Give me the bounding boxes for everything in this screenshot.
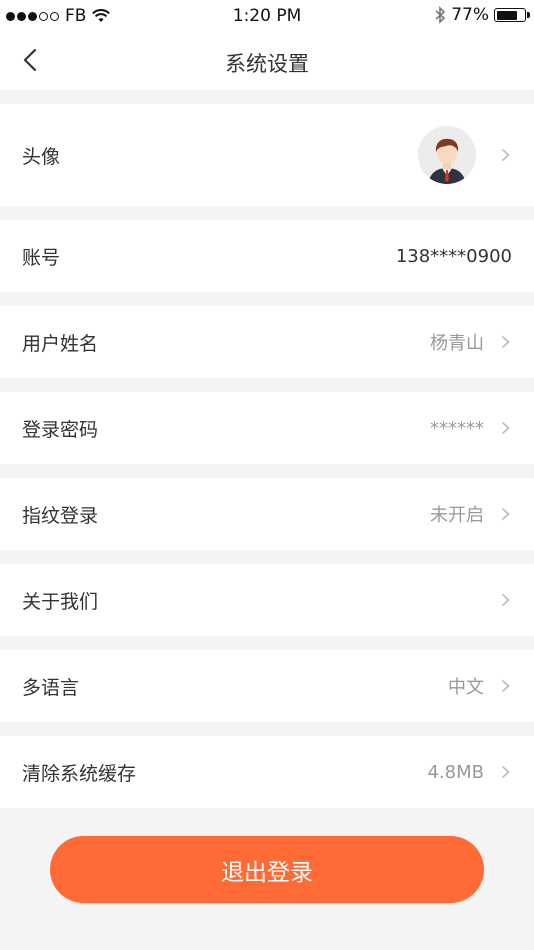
battery-fill (496, 10, 518, 20)
section-gap (0, 636, 534, 650)
nav-bar: 系统设置 (0, 32, 534, 90)
fingerprint-status: 未开启 (430, 505, 484, 526)
row-label: 多语言 (22, 676, 80, 699)
chevron-right-icon (498, 765, 512, 779)
section-gap (0, 292, 534, 306)
row-label: 头像 (22, 145, 61, 168)
status-right: 77% (434, 5, 530, 25)
battery-percent: 77% (451, 5, 489, 25)
section-gap (0, 550, 534, 564)
avatar-image (418, 126, 476, 184)
row-label: 指纹登录 (22, 504, 99, 527)
password-value: ****** (430, 417, 484, 439)
section-gap (0, 206, 534, 220)
status-bar: FB 1:20 PM 77% (0, 0, 534, 32)
section-gap (0, 378, 534, 392)
settings-row-username[interactable]: 用户姓名 杨青山 (0, 306, 534, 378)
settings-row-fingerprint[interactable]: 指纹登录 未开启 (0, 478, 534, 550)
settings-row-language[interactable]: 多语言 中文 (0, 650, 534, 722)
avatar (418, 126, 476, 184)
language-value: 中文 (448, 677, 484, 698)
row-label: 账号 (22, 246, 61, 269)
settings-row-avatar[interactable]: 头像 (0, 104, 534, 206)
section-gap (0, 722, 534, 736)
cache-size: 4.8MB (427, 761, 484, 783)
row-label: 清除系统缓存 (22, 762, 137, 785)
chevron-right-icon (498, 148, 512, 162)
logout-section: 退出登录 (0, 808, 534, 903)
account-value: 138****0900 (395, 245, 512, 267)
chevron-right-icon (498, 507, 512, 521)
bluetooth-icon (435, 6, 446, 24)
settings-row-account: 账号 138****0900 (0, 220, 534, 292)
section-gap (0, 90, 534, 104)
username-value: 杨青山 (430, 333, 484, 354)
page-title: 系统设置 (225, 52, 309, 76)
row-label: 用户姓名 (22, 332, 99, 355)
row-label: 登录密码 (22, 418, 99, 441)
chevron-right-icon (498, 679, 512, 693)
settings-row-password[interactable]: 登录密码 ****** (0, 392, 534, 464)
section-gap (0, 464, 534, 478)
battery-icon (494, 8, 530, 22)
row-label: 关于我们 (22, 590, 99, 613)
chevron-right-icon (498, 593, 512, 607)
chevron-right-icon (498, 421, 512, 435)
settings-row-about[interactable]: 关于我们 (0, 564, 534, 636)
chevron-right-icon (498, 335, 512, 349)
settings-row-cache[interactable]: 清除系统缓存 4.8MB (0, 736, 534, 808)
logout-button[interactable]: 退出登录 (50, 836, 484, 903)
